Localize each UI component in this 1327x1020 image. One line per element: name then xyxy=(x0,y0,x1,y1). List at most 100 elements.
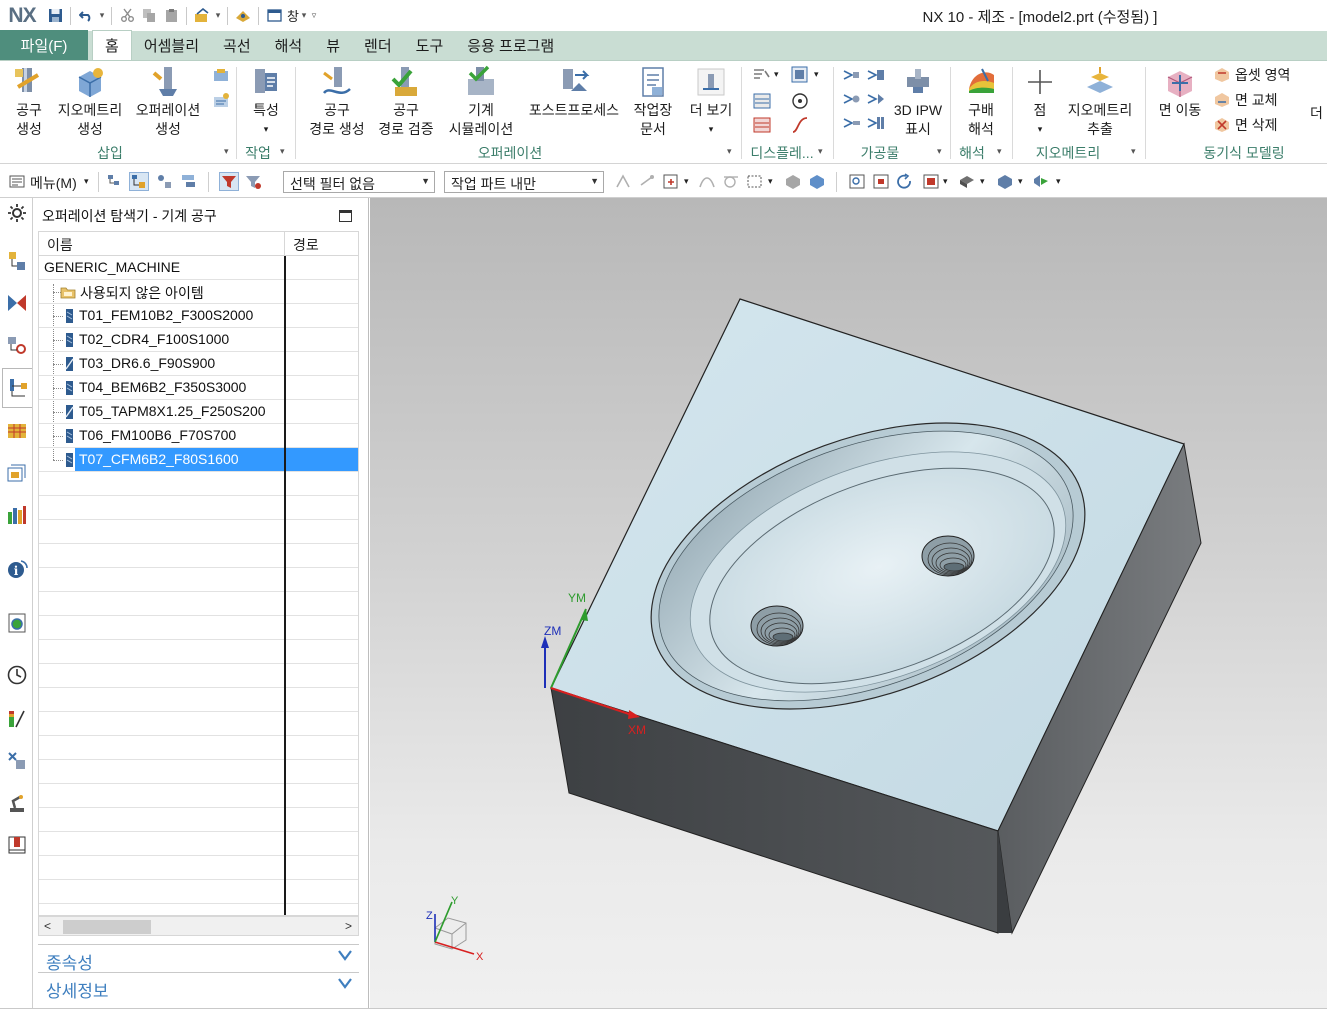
history-clock-icon[interactable] xyxy=(6,664,28,686)
machine-navigator-icon[interactable] xyxy=(6,750,28,772)
tree-row-selected[interactable]: T07_CFM6B2_F80S1600 xyxy=(39,448,358,472)
filter-feature-icon[interactable] xyxy=(244,173,262,190)
display-curve-icon[interactable] xyxy=(790,115,810,135)
rectangle-select-dropdown-icon[interactable]: ▾ xyxy=(768,176,773,187)
assembly-navigator-icon[interactable] xyxy=(6,250,28,272)
create-method-icon[interactable] xyxy=(212,67,232,87)
generate-toolpath-button[interactable]: 공구 경로 생성 xyxy=(302,65,372,139)
command-finder-icon[interactable] xyxy=(191,5,213,27)
workpiece-tool-4-icon[interactable] xyxy=(866,89,886,109)
tab-view[interactable]: 뷰 xyxy=(314,31,352,60)
work-view-dropdown-icon[interactable]: ▾ xyxy=(1018,176,1023,187)
robot-icon[interactable] xyxy=(6,792,28,814)
zoom-region-icon[interactable] xyxy=(872,173,890,190)
select-box-dropdown-icon[interactable]: ▾ xyxy=(684,176,689,187)
properties-dropdown-icon[interactable]: ▾ xyxy=(264,120,269,139)
menu-icon[interactable] xyxy=(8,173,26,190)
graphics-window[interactable]: YM ZM XM X Y Z xyxy=(370,198,1327,1008)
display-shaded-icon[interactable] xyxy=(752,115,772,135)
group-operations-dropdown-icon[interactable]: ▾ xyxy=(727,146,732,157)
details-panel[interactable]: 상세정보 xyxy=(38,972,359,1001)
postprocess-button[interactable]: 포스트프로세스 xyxy=(524,65,624,120)
tab-render[interactable]: 렌더 xyxy=(352,31,404,60)
select-solid-icon[interactable] xyxy=(784,173,802,190)
display-filter-icon[interactable] xyxy=(752,65,772,85)
group-insert-dropdown-icon[interactable]: ▾ xyxy=(224,146,229,157)
tree-row[interactable]: T04_BEM6B2_F350S3000 xyxy=(39,376,358,400)
customize-quick-access-icon[interactable]: ▿ xyxy=(309,10,319,21)
tree-row[interactable]: T02_CDR4_F100S1000 xyxy=(39,328,358,352)
select-body-icon[interactable] xyxy=(808,173,826,190)
properties-button[interactable]: 특성 ▾ xyxy=(243,65,289,139)
rectangle-select-icon[interactable] xyxy=(746,173,764,190)
program-order-view-icon[interactable] xyxy=(106,173,124,190)
reuse-library-icon[interactable] xyxy=(6,420,28,442)
command-finder-dropdown-icon[interactable]: ▾ xyxy=(213,10,223,21)
workpiece-tool-3-icon[interactable] xyxy=(842,89,862,109)
horizontal-scrollbar[interactable]: < > xyxy=(38,916,359,936)
select-box-icon[interactable] xyxy=(662,173,680,190)
tab-applications[interactable]: 응용 프로그램 xyxy=(455,31,566,60)
tab-home[interactable]: 홈 xyxy=(92,30,132,60)
scroll-right-icon[interactable]: > xyxy=(345,919,352,933)
group-analysis-dropdown-icon[interactable]: ▾ xyxy=(997,146,1002,157)
part-navigator-icon[interactable] xyxy=(6,334,28,356)
touch-mode-icon[interactable] xyxy=(232,5,254,27)
chevron-down-icon[interactable] xyxy=(337,948,353,962)
process-studio-icon[interactable] xyxy=(6,834,28,856)
chevron-down-icon[interactable] xyxy=(337,976,353,990)
move-face-button[interactable]: 면 이동 xyxy=(1152,65,1208,120)
shop-docs-button[interactable]: 작업장 문서 xyxy=(628,65,678,139)
part-model-view[interactable]: YM ZM XM X Y Z xyxy=(370,198,1327,1008)
menu-dropdown-icon[interactable]: ▾ xyxy=(84,176,89,187)
copy-icon[interactable] xyxy=(138,5,160,27)
column-divider[interactable] xyxy=(284,256,286,915)
tree-row[interactable]: T06_FM100B6_F70S700 xyxy=(39,424,358,448)
display-toolpath-icon[interactable] xyxy=(790,65,810,85)
tab-tools[interactable]: 도구 xyxy=(404,31,456,60)
undo-dropdown-icon[interactable]: ▾ xyxy=(97,10,107,21)
more-button[interactable]: 더 보기 ▾ xyxy=(686,65,736,139)
create-tool-button[interactable]: 공구 생성 xyxy=(6,65,52,139)
scroll-left-icon[interactable]: < xyxy=(44,919,51,933)
edit-section-icon[interactable] xyxy=(1032,173,1050,190)
workpiece-tool-5-icon[interactable] xyxy=(842,113,862,133)
threaded-hole-2[interactable] xyxy=(921,535,975,577)
create-operation-button[interactable]: 오퍼레이션 생성 xyxy=(130,65,206,139)
paste-icon[interactable] xyxy=(160,5,182,27)
window-menu-label[interactable]: 창 xyxy=(287,6,299,25)
column-header-name[interactable]: 이름 xyxy=(39,232,285,256)
tree-row[interactable]: T05_TAPM8X1.25_F250S200 xyxy=(39,400,358,424)
extract-geometry-button[interactable]: 지오메트리 추출 xyxy=(1062,65,1138,139)
snap-point-icon[interactable] xyxy=(614,173,632,190)
group-display-dropdown-icon[interactable]: ▾ xyxy=(818,146,823,157)
create-geometry-button[interactable]: 지오메트리 생성 xyxy=(54,65,126,139)
selection-filter-select[interactable]: 선택 필터 없음 ▼ xyxy=(283,171,435,193)
maximize-icon[interactable] xyxy=(339,210,352,222)
save-icon[interactable] xyxy=(44,5,66,27)
show-3d-ipw-button[interactable]: 3D IPW 표시 xyxy=(890,65,946,139)
cut-icon[interactable] xyxy=(116,5,138,27)
ribbon-more-overflow[interactable]: 더 xyxy=(1310,103,1323,123)
delete-face-button[interactable]: 면 삭제 xyxy=(1213,115,1278,135)
workpiece-tool-6-icon[interactable] xyxy=(866,113,886,133)
workpiece-tool-1-icon[interactable] xyxy=(842,65,862,85)
snap-tangent-icon[interactable] xyxy=(722,173,740,190)
machine-simulation-button[interactable]: 기계 시뮬레이션 xyxy=(444,65,518,139)
rendering-style-dropdown-icon[interactable]: ▾ xyxy=(980,176,985,187)
display-wireframe-icon[interactable] xyxy=(752,91,772,111)
window-dropdown-icon[interactable]: ▾ xyxy=(299,10,309,21)
display-filter-dropdown-icon[interactable]: ▾ xyxy=(774,69,779,80)
tree-root-row[interactable]: GENERIC_MACHINE xyxy=(39,256,358,280)
visualization-palette-icon[interactable] xyxy=(6,708,28,730)
geometry-view-icon[interactable] xyxy=(156,173,174,190)
undo-icon[interactable] xyxy=(75,5,97,27)
rotate-view-icon[interactable] xyxy=(896,173,914,190)
create-program-icon[interactable] xyxy=(212,91,232,111)
group-geometry-dropdown-icon[interactable]: ▾ xyxy=(1131,146,1136,157)
menu-label[interactable]: 메뉴(M) xyxy=(30,173,77,193)
display-toolpath-dropdown-icon[interactable]: ▾ xyxy=(814,69,819,80)
roles-icon[interactable] xyxy=(6,504,28,526)
tree-row[interactable]: T03_DR6.6_F90S900 xyxy=(39,352,358,376)
fit-view-icon[interactable] xyxy=(848,173,866,190)
